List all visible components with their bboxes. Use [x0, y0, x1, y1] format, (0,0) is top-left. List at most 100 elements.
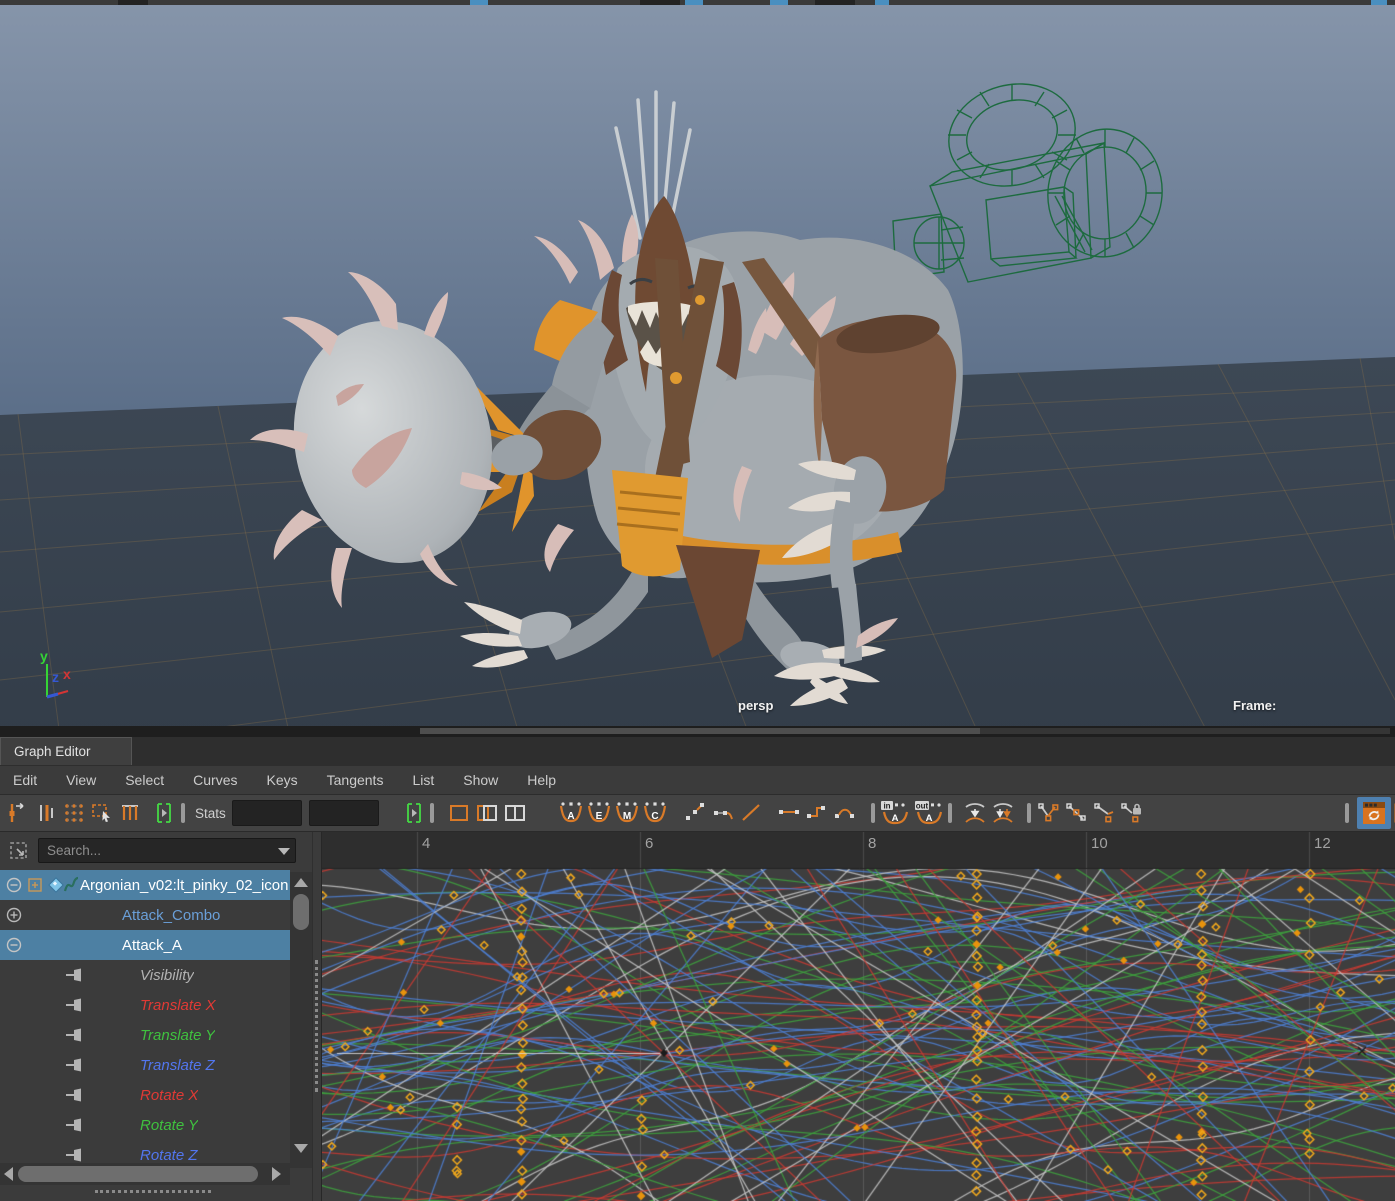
region-select-keys-tool-button[interactable]: [88, 799, 116, 827]
lattice-deform-keys-tool-button[interactable]: [60, 799, 88, 827]
menu-show[interactable]: Show: [463, 772, 498, 788]
toolbar-handle[interactable]: [1342, 800, 1351, 826]
search-row: [0, 832, 312, 870]
scroll-right-button[interactable]: [268, 1167, 284, 1181]
viewport-panel[interactable]: y z x persp Frame:: [0, 0, 1395, 737]
svg-text:in: in: [883, 802, 890, 811]
menu-keys[interactable]: Keys: [267, 772, 298, 788]
free-tangent-weight-button[interactable]: [1090, 799, 1118, 827]
tangent-clamped-button[interactable]: [709, 799, 737, 827]
toolbar-handle[interactable]: [178, 800, 187, 826]
stats-label: Stats: [195, 806, 226, 821]
outliner-tree: Argonian_v02:lt_pinky_02_icon Attack_Com…: [0, 870, 290, 1168]
normalized-view-button[interactable]: [501, 799, 529, 827]
pin-icon[interactable]: [64, 1054, 86, 1076]
expand-icon[interactable]: [6, 904, 22, 926]
tangent-auto-mix-button[interactable]: M: [613, 799, 641, 827]
toolbar-handle[interactable]: [869, 800, 878, 826]
tree-node-row[interactable]: Attack_A: [0, 930, 290, 960]
svg-text:A: A: [925, 813, 932, 824]
tree-node-row[interactable]: Argonian_v02:lt_pinky_02_icon: [0, 870, 290, 900]
menu-select[interactable]: Select: [125, 772, 164, 788]
in-tangent-auto-button[interactable]: inA: [878, 799, 912, 827]
absolute-view-button[interactable]: [445, 799, 473, 827]
menu-edit[interactable]: Edit: [13, 772, 37, 788]
retime-tool-button[interactable]: [116, 799, 144, 827]
swap-buffer-curve-button[interactable]: [989, 799, 1017, 827]
scroll-down-button[interactable]: [290, 1138, 312, 1158]
tangent-step-button[interactable]: [803, 799, 831, 827]
tangent-auto-button[interactable]: A: [557, 799, 585, 827]
pin-icon[interactable]: [64, 964, 86, 986]
tree-node-row[interactable]: Attack_Combo: [0, 900, 290, 930]
stats-value-input[interactable]: [309, 800, 379, 826]
scrollbar-thumb[interactable]: [293, 894, 309, 930]
insert-keys-tool-button[interactable]: [32, 799, 60, 827]
lock-tangent-weight-button[interactable]: [1118, 799, 1146, 827]
tree-vertical-scrollbar[interactable]: [290, 872, 312, 1168]
tangent-spline-button[interactable]: [681, 799, 709, 827]
menu-list[interactable]: List: [412, 772, 434, 788]
tangent-auto-ease-button[interactable]: E: [585, 799, 613, 827]
scroll-up-button[interactable]: [290, 872, 312, 892]
pin-icon[interactable]: [64, 1084, 86, 1106]
buffer-curve-snapshot-button[interactable]: [961, 799, 989, 827]
tangent-plateau-button[interactable]: [831, 799, 859, 827]
attribute-row[interactable]: Rotate X: [0, 1080, 290, 1110]
attribute-row[interactable]: Translate X: [0, 990, 290, 1020]
menu-curves[interactable]: Curves: [193, 772, 237, 788]
frame-playback-range-button[interactable]: [150, 799, 178, 827]
viewport-scene: y z x: [0, 0, 1395, 737]
pin-icon[interactable]: [64, 994, 86, 1016]
channel-outliner: Argonian_v02:lt_pinky_02_icon Attack_Com…: [0, 832, 312, 1201]
tangent-flat-button[interactable]: [775, 799, 803, 827]
collapse-icon[interactable]: [6, 934, 22, 956]
frame-label: Frame:: [1233, 698, 1276, 713]
scroll-left-button[interactable]: [0, 1167, 16, 1181]
graph-editor-panel: Graph Editor Edit View Select Curves Key…: [0, 737, 1395, 1201]
node-label: Attack_A: [122, 937, 182, 954]
filter-keys-icon[interactable]: [8, 840, 32, 864]
clipped-toolbar-icon[interactable]: [1391, 799, 1395, 827]
toolbar-handle[interactable]: [946, 800, 955, 826]
unify-tangents-button[interactable]: [1062, 799, 1090, 827]
axis-y-label: y: [40, 648, 48, 664]
search-dropdown-arrow-icon[interactable]: [278, 848, 290, 855]
collapse-icon[interactable]: [6, 874, 22, 896]
frame-all-button[interactable]: [400, 799, 428, 827]
menu-view[interactable]: View: [66, 772, 96, 788]
stats-time-input[interactable]: [232, 800, 302, 826]
curve-graph-area[interactable]: 4681012: [321, 832, 1395, 1201]
pin-icon[interactable]: [64, 1114, 86, 1136]
attribute-row[interactable]: Visibility: [0, 960, 290, 990]
attribute-row[interactable]: Translate Y: [0, 1020, 290, 1050]
menu-help[interactable]: Help: [527, 772, 556, 788]
pin-icon[interactable]: [64, 1024, 86, 1046]
tangent-auto-custom-button[interactable]: C: [641, 799, 669, 827]
toolbar-handle[interactable]: [1025, 800, 1034, 826]
curve-graph-canvas[interactable]: [322, 832, 1395, 1201]
move-keys-tool-button[interactable]: [4, 799, 32, 827]
expand-box-icon[interactable]: [27, 874, 43, 896]
attribute-label: Rotate Z: [140, 1147, 198, 1164]
attribute-row[interactable]: Translate Z: [0, 1050, 290, 1080]
panel-splitter[interactable]: [312, 832, 321, 1201]
tangent-linear-button[interactable]: [737, 799, 765, 827]
svg-text:A: A: [567, 811, 574, 822]
time-slider-strip[interactable]: [0, 726, 1395, 737]
scrollbar-thumb[interactable]: [18, 1166, 258, 1182]
attribute-label: Visibility: [140, 967, 194, 984]
out-tangent-auto-button[interactable]: out A: [912, 799, 946, 827]
stacked-view-button[interactable]: [473, 799, 501, 827]
axis-x-label: x: [63, 666, 71, 682]
break-tangents-button[interactable]: [1034, 799, 1062, 827]
panel-resize-handle[interactable]: [95, 1190, 211, 1197]
svg-text:out: out: [916, 802, 929, 811]
auto-load-graph-editor-toggle[interactable]: [1357, 797, 1391, 829]
tree-horizontal-scrollbar[interactable]: [0, 1163, 290, 1185]
tab-graph-editor[interactable]: Graph Editor: [0, 737, 132, 765]
menu-tangents[interactable]: Tangents: [327, 772, 384, 788]
search-input[interactable]: [38, 838, 296, 863]
attribute-row[interactable]: Rotate Y: [0, 1110, 290, 1140]
toolbar-handle[interactable]: [428, 800, 437, 826]
